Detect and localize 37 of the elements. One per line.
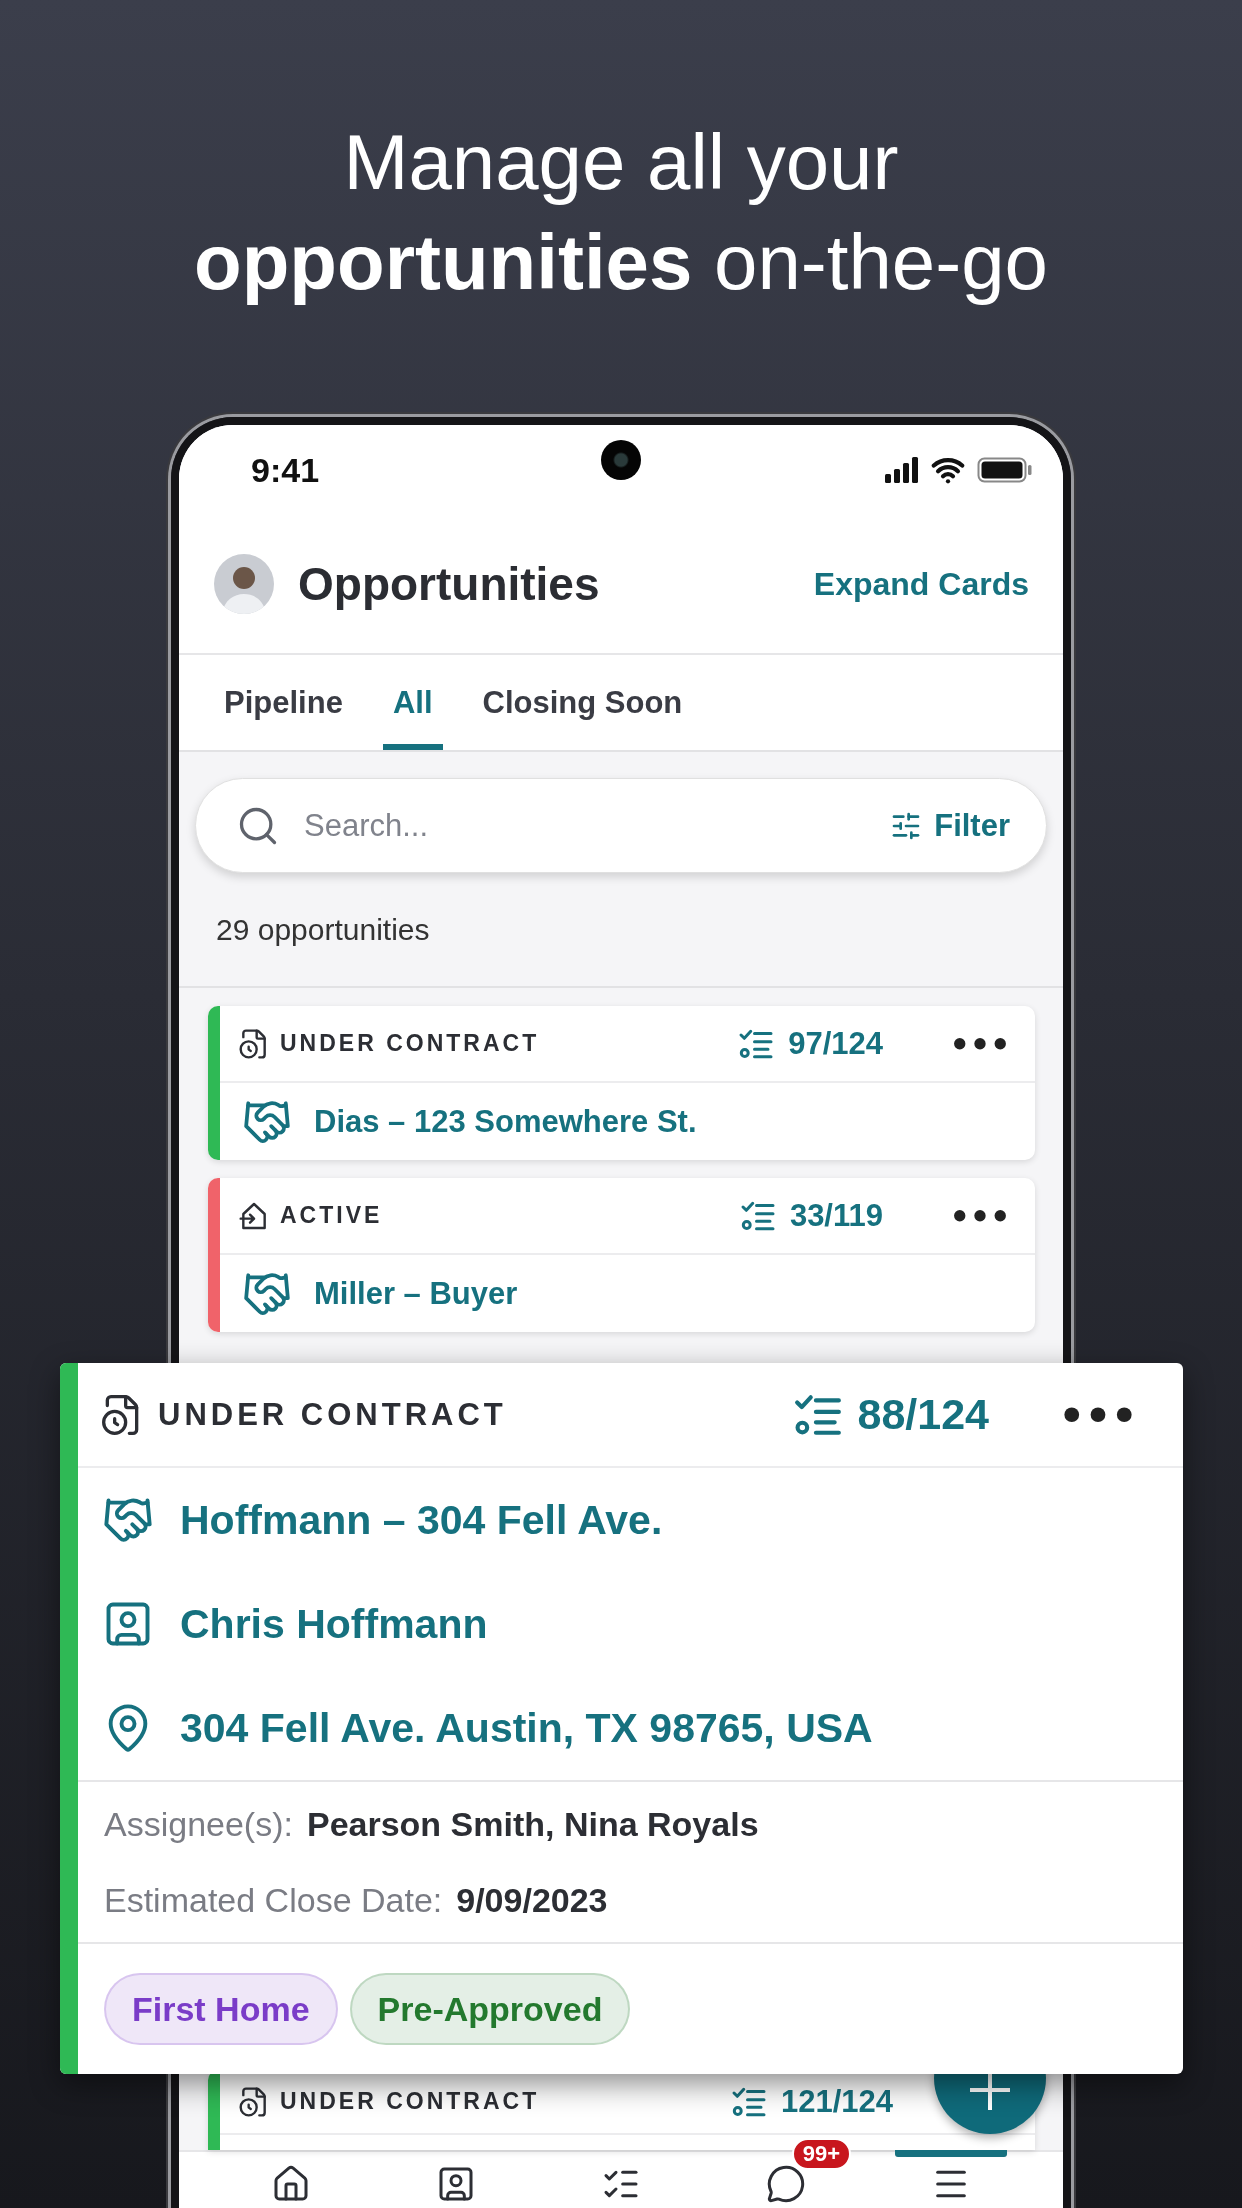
tab[interactable]: All bbox=[382, 655, 443, 750]
status-time: 9:41 bbox=[251, 450, 320, 490]
more-icon bbox=[953, 1208, 1007, 1223]
tag: Pre-Approved bbox=[349, 1973, 631, 2045]
more-button[interactable] bbox=[953, 1036, 1007, 1051]
headline: Manage all your opportunities on-the-go bbox=[194, 117, 1048, 308]
more-icon bbox=[953, 1036, 1007, 1051]
page-title: Opportunities bbox=[298, 557, 601, 611]
field-value: 9/09/2023 bbox=[456, 1880, 608, 1920]
field-label: Assignee(s): bbox=[104, 1804, 293, 1844]
avatar bbox=[214, 554, 274, 614]
tab[interactable]: Pipeline bbox=[214, 655, 353, 750]
detail-link[interactable]: Hoffmann – 304 Fell Ave. bbox=[180, 1496, 663, 1544]
expand-cards-link[interactable]: Expand Cards bbox=[813, 565, 1029, 603]
unread-badge: 99+ bbox=[791, 2138, 852, 2170]
field-label: Estimated Close Date: bbox=[104, 1880, 443, 1920]
deal-title[interactable]: Miller – Buyer bbox=[314, 1275, 518, 1312]
more-icon bbox=[1063, 1405, 1133, 1424]
status-label: ACTIVE bbox=[280, 1202, 384, 1229]
tab[interactable]: Closing Soon bbox=[472, 655, 693, 750]
battery-icon bbox=[977, 457, 1033, 483]
result-count: 29 opportunities bbox=[216, 912, 430, 947]
search-field[interactable]: Search... Filter bbox=[195, 778, 1047, 873]
tag: First Home bbox=[104, 1973, 338, 2045]
status-label: UNDER CONTRACT bbox=[280, 2088, 541, 2115]
status-label: UNDER CONTRACT bbox=[158, 1396, 508, 1433]
detail-link[interactable]: 304 Fell Ave. Austin, TX 98765, USA bbox=[180, 1704, 873, 1752]
more-button[interactable] bbox=[1063, 1405, 1133, 1424]
field-value: Pearson Smith, Nina Royals bbox=[306, 1804, 759, 1844]
chat-icon bbox=[765, 2164, 806, 2204]
signal-icon bbox=[885, 457, 919, 483]
deal-title[interactable]: Dias – 123 Somewhere St. bbox=[314, 1103, 697, 1140]
detail-link[interactable]: Chris Hoffmann bbox=[180, 1600, 488, 1648]
status-label: UNDER CONTRACT bbox=[280, 1030, 541, 1057]
filter-button[interactable]: Filter bbox=[884, 806, 1016, 845]
front-camera bbox=[601, 440, 641, 480]
more-button[interactable] bbox=[953, 1208, 1007, 1223]
